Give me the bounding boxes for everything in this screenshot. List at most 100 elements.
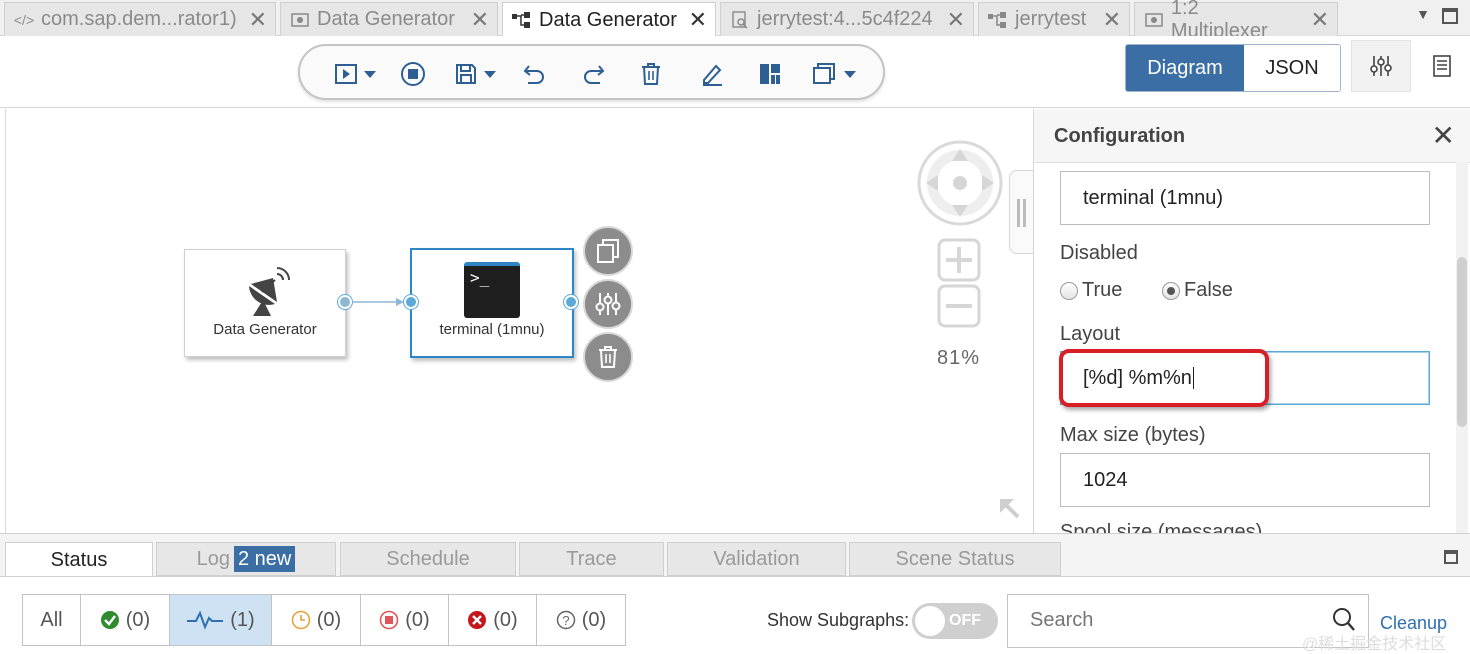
satellite-dish-icon <box>249 267 290 316</box>
json-view-button[interactable]: JSON <box>1244 45 1340 91</box>
toggle-knob <box>915 606 945 636</box>
configuration-title: Configuration <box>1054 125 1186 147</box>
graph-canvas[interactable]: Data Generator >_ terminal (1mnu) 81% <box>5 109 1032 533</box>
tab-com-sap-dem[interactable]: </> com.sap.dem...rator1) ✕ <box>4 2 276 36</box>
filter-unknown[interactable]: ? (0) <box>537 595 625 645</box>
tab-trace[interactable]: Trace <box>519 542 664 576</box>
search-input[interactable] <box>1028 608 1318 633</box>
node-label: terminal (1mnu) <box>439 321 545 338</box>
zoom-in-button[interactable] <box>936 237 982 283</box>
chevron-down-icon[interactable] <box>844 70 856 78</box>
undo-button[interactable] <box>522 60 548 88</box>
status-filter-group: All (0) (1) (0) (0) (0) ? (0) <box>22 594 626 646</box>
node-terminal[interactable]: >_ terminal (1mnu) <box>410 248 574 358</box>
close-icon[interactable]: ✕ <box>1301 7 1329 33</box>
save-button[interactable] <box>454 60 496 88</box>
configuration-panel: Configuration ✕ terminal (1mnu) Disabled… <box>1033 109 1470 533</box>
radio-icon <box>1060 281 1078 300</box>
zoom-out-button[interactable] <box>936 283 982 329</box>
output-port[interactable] <box>564 295 578 309</box>
code-icon: </> <box>13 11 35 28</box>
filter-error[interactable]: (0) <box>449 595 537 645</box>
trace-icon <box>729 10 751 29</box>
radio-selected-icon <box>1162 281 1180 300</box>
document-button[interactable] <box>1412 40 1470 92</box>
scrollbar-thumb[interactable] <box>1457 257 1467 427</box>
maximize-icon[interactable] <box>1444 550 1458 564</box>
node-data-generator[interactable]: Data Generator <box>184 249 346 357</box>
connection-line[interactable] <box>352 295 412 309</box>
close-icon[interactable]: ✕ <box>1093 7 1121 33</box>
close-icon[interactable]: ✕ <box>937 7 965 33</box>
label-field[interactable]: terminal (1mnu) <box>1060 171 1430 225</box>
graph-icon <box>987 11 1009 28</box>
panel-splitter-handle[interactable] <box>1009 170 1033 254</box>
tab-validation[interactable]: Validation <box>667 542 846 576</box>
output-port[interactable] <box>338 295 352 309</box>
tab-schedule[interactable]: Schedule <box>340 542 516 576</box>
trash-icon <box>599 346 617 368</box>
zoom-level: 81% <box>937 347 981 369</box>
filter-pending[interactable]: (0) <box>272 595 361 645</box>
tab-data-generator-graph[interactable]: Data Generator ✕ <box>502 2 716 37</box>
diagram-view-button[interactable]: Diagram <box>1126 45 1244 91</box>
disabled-false-radio[interactable]: False <box>1162 279 1233 302</box>
filter-label: (1) <box>230 608 255 631</box>
operator-icon <box>1143 12 1165 27</box>
config-scrollbar[interactable] <box>1456 162 1468 533</box>
edit-button[interactable] <box>700 60 724 88</box>
filter-stopped[interactable]: (0) <box>361 595 449 645</box>
copy-icon <box>597 239 619 263</box>
tab-scene-status[interactable]: Scene Status <box>849 542 1061 576</box>
filter-label: (0) <box>493 608 518 631</box>
error-circle-icon <box>468 611 487 629</box>
tab-data-generator-operator[interactable]: Data Generator ✕ <box>280 2 498 36</box>
copy-node-button[interactable] <box>583 226 633 276</box>
radio-label: False <box>1184 279 1233 301</box>
close-icon[interactable]: ✕ <box>679 7 707 33</box>
tab-log[interactable]: Log 2 new <box>156 542 336 576</box>
close-icon[interactable]: ✕ <box>461 7 489 33</box>
pulse-icon <box>187 610 224 630</box>
delete-node-button[interactable] <box>583 332 633 382</box>
auto-layout-button[interactable] <box>758 60 782 88</box>
chevron-down-icon[interactable] <box>484 70 496 78</box>
tab-jerrytest[interactable]: jerrytest ✕ <box>978 2 1130 36</box>
input-port[interactable] <box>404 295 418 309</box>
radio-label: True <box>1082 279 1123 301</box>
stop-button[interactable] <box>400 60 426 88</box>
close-icon[interactable]: ✕ <box>1432 119 1455 152</box>
tab-jerrytest-trace[interactable]: jerrytest:4...5c4f224 ✕ <box>720 2 974 36</box>
group-button[interactable] <box>812 60 856 88</box>
run-button[interactable] <box>334 60 376 88</box>
delete-button[interactable] <box>640 60 662 88</box>
filter-label: (0) <box>581 608 607 631</box>
configure-node-button[interactable] <box>583 279 633 329</box>
show-subgraphs-toggle[interactable]: OFF <box>912 603 998 639</box>
tab-overflow-menu-icon[interactable]: ▼ <box>1416 6 1430 22</box>
disabled-true-radio[interactable]: True <box>1060 279 1122 302</box>
copy-window-icon <box>813 63 835 84</box>
filter-all[interactable]: All <box>23 595 81 645</box>
filter-running[interactable]: (1) <box>170 595 272 645</box>
save-icon <box>456 64 476 84</box>
filter-completed[interactable]: (0) <box>81 595 170 645</box>
question-circle-icon: ? <box>556 610 576 630</box>
close-icon[interactable]: ✕ <box>239 7 267 33</box>
chevron-down-icon[interactable] <box>364 70 376 78</box>
fit-to-screen-icon[interactable] <box>998 497 1026 525</box>
undo-icon <box>523 65 544 84</box>
pan-control[interactable] <box>916 139 1004 227</box>
configuration-header: Configuration ✕ <box>1034 109 1470 163</box>
operator-icon <box>289 12 311 27</box>
maxsize-field[interactable]: 1024 <box>1060 453 1430 507</box>
tab-label: Log <box>196 547 230 570</box>
play-icon <box>335 64 357 84</box>
tab-multiplexer[interactable]: 1:2 Multiplexer ✕ <box>1134 0 1338 42</box>
maximize-icon[interactable] <box>1442 8 1458 24</box>
configuration-toggle-button[interactable] <box>1351 40 1411 92</box>
filter-label: (0) <box>316 608 342 631</box>
redo-icon <box>584 65 605 84</box>
tab-status[interactable]: Status <box>5 542 153 577</box>
redo-button[interactable] <box>580 60 606 88</box>
